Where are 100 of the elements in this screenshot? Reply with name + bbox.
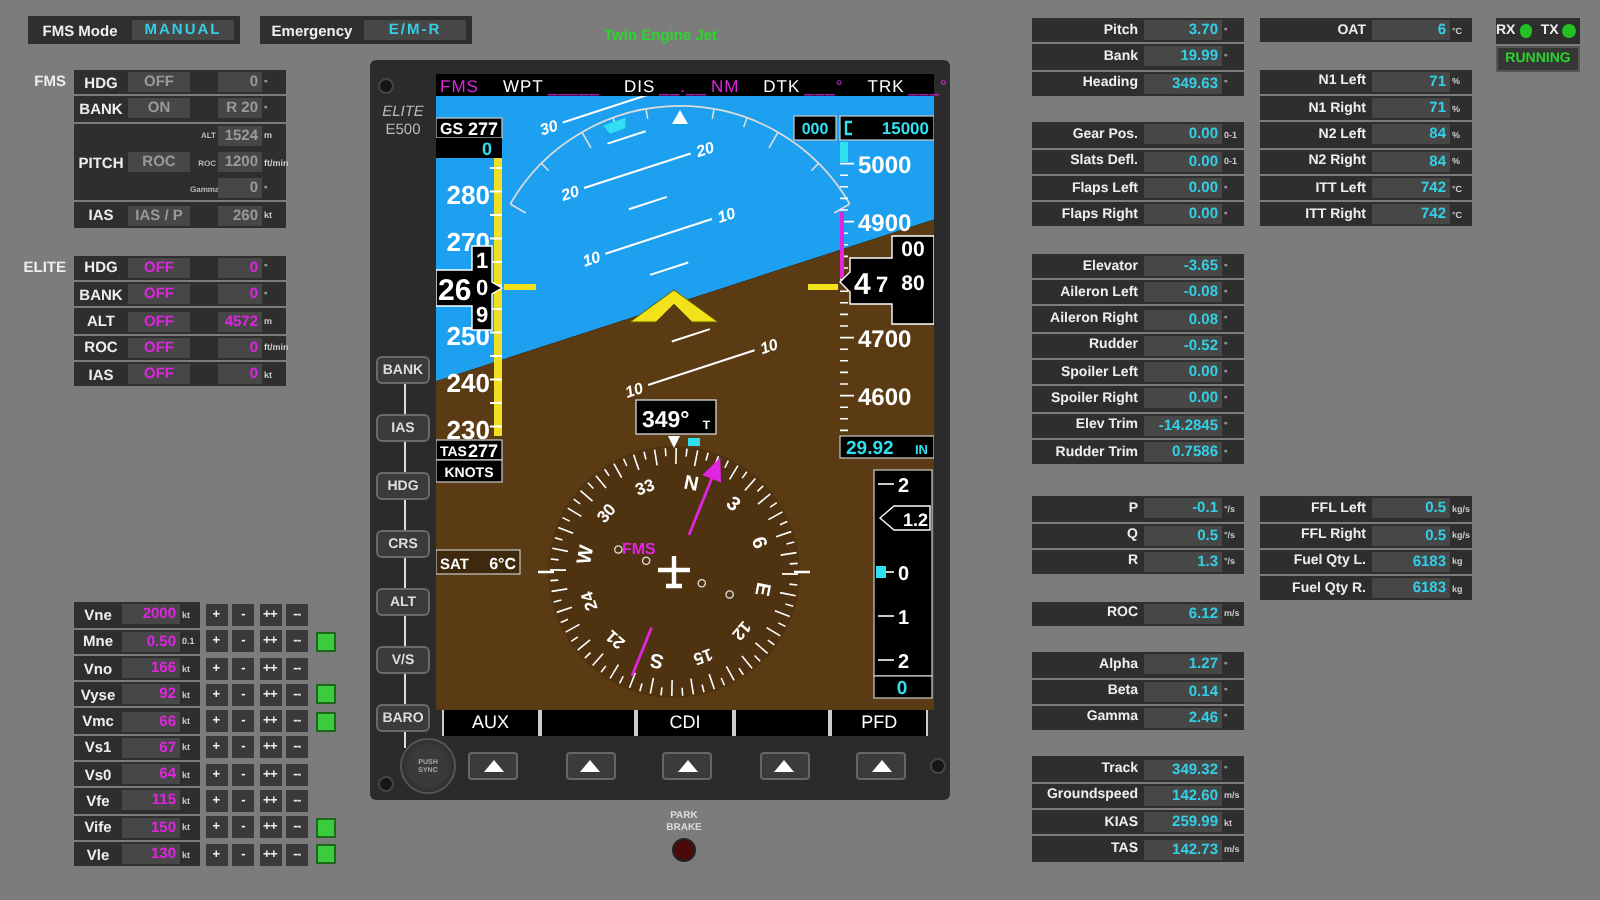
pitch-scale-label: 10 <box>757 335 781 358</box>
altitude-roll-digits: 00 <box>901 238 925 262</box>
baro-box <box>839 435 934 459</box>
aircraft-symbol-icon <box>629 289 719 323</box>
true-airspeed-box <box>436 439 503 461</box>
speed-bug-box <box>436 138 502 158</box>
compass-label: 12 <box>728 617 756 645</box>
up-triangle-icon <box>483 760 503 772</box>
sat-box <box>436 549 521 575</box>
softkey-button[interactable] <box>468 752 518 780</box>
lubber-pointer-icon <box>668 436 680 448</box>
altitude-scale-label: 4700 <box>858 325 912 353</box>
softkey-label: AUX <box>442 710 540 736</box>
nav-field: DIS <box>623 75 656 95</box>
vertical-speed-tick <box>877 615 895 617</box>
compass-label: S <box>648 647 666 672</box>
airspeed-roll-digit: 0 <box>475 277 489 301</box>
speed-units-box <box>436 459 503 483</box>
vertical-speed-label: 0 <box>898 564 910 586</box>
true-airspeed-value: 277 <box>467 441 498 461</box>
nav-field: WPT <box>502 75 544 95</box>
vertical-speed-label: 2 <box>898 476 910 498</box>
level-marker-icon <box>808 284 838 290</box>
altitude-readout: 7 <box>876 274 889 298</box>
vertical-speed-tick <box>877 483 895 485</box>
vertical-speed-label: 2 <box>898 652 910 674</box>
selected-altitude-value: 15000 <box>881 118 929 138</box>
nav-field: FMS <box>440 75 479 95</box>
softkey-button[interactable] <box>856 752 906 780</box>
sat-value: 6°C <box>489 555 516 573</box>
softkey-button[interactable] <box>662 752 712 780</box>
compass-label: 24 <box>576 589 602 614</box>
compass-label: 3 <box>720 492 744 517</box>
screw-icon <box>930 758 946 774</box>
up-triangle-icon <box>871 760 891 772</box>
selected-altitude-box <box>839 115 934 141</box>
altitude-scale-label: 4600 <box>858 383 912 411</box>
softkey-label: CDI <box>636 710 734 736</box>
ground-speed-label: GS <box>440 120 464 138</box>
airspeed-readout: 26 <box>438 274 472 308</box>
deviation-dots-icon <box>614 545 734 599</box>
vertical-speed-bug-value: 1.2 <box>902 510 928 530</box>
pitch-scale-label: 30 <box>537 116 561 140</box>
up-triangle-icon <box>774 760 794 772</box>
pitch-line <box>583 152 692 190</box>
ground-speed-value: 277 <box>467 119 498 139</box>
pitch-line <box>647 349 756 386</box>
nav-field: TRK <box>867 75 905 95</box>
bank-pointer-icon <box>603 117 626 134</box>
softkey-label: PFD <box>830 710 928 736</box>
compass-label: N <box>681 472 701 497</box>
vertical-speed-tick <box>877 659 895 661</box>
level-marker-icon <box>504 284 536 290</box>
softkey-button[interactable] <box>759 752 809 780</box>
airspeed-roll-digit: 9 <box>475 304 489 328</box>
up-triangle-icon <box>677 760 697 772</box>
airspeed-roll-digit: 1 <box>475 250 489 274</box>
heading-readout: 349° <box>642 409 690 433</box>
airspeed-scale-label: 240 <box>446 368 490 398</box>
pitch-line <box>649 261 690 276</box>
pitch-scale-label: 10 <box>715 204 738 227</box>
screw-icon <box>378 78 394 94</box>
compass-label: 33 <box>632 474 657 500</box>
park-brake-knob[interactable] <box>672 838 696 862</box>
compass-label: 21 <box>601 626 629 654</box>
altitude-scale-label: 5000 <box>858 151 912 179</box>
nav-field: DTK <box>763 75 801 95</box>
nav-field: ___° <box>804 75 844 95</box>
altitude-bug-icon <box>844 120 852 136</box>
altitude-scale-label: 4900 <box>858 209 912 237</box>
nav-field: __.__ <box>659 75 707 95</box>
speed-bug-value: 0 <box>481 139 492 159</box>
vertical-speed-pointer-icon <box>876 566 886 578</box>
pitch-line <box>670 328 711 343</box>
minimums-value: 000 <box>801 120 829 138</box>
airplane-icon <box>655 553 693 591</box>
nav-field: NM <box>710 75 740 95</box>
compass-label: E <box>749 580 774 598</box>
ground-speed-box <box>436 117 503 139</box>
airspeed-scale-label: 230 <box>446 415 490 445</box>
pitch-line <box>604 218 713 255</box>
nav-field: ___° <box>908 75 948 95</box>
softkey-button[interactable] <box>565 752 615 780</box>
pitch-scale-label: 10 <box>580 247 603 271</box>
vertical-speed-readout: 0 <box>896 678 908 700</box>
compass-label: 30 <box>592 499 620 527</box>
altitude-roll-digits: 80 <box>901 272 925 296</box>
up-triangle-icon <box>580 760 600 772</box>
altitude-readout: 4 <box>854 268 871 302</box>
vertical-speed-readout-box <box>873 675 933 699</box>
baro-value: 29.92 <box>846 438 894 460</box>
pitch-scale-label: 10 <box>622 379 646 402</box>
compass-label: 15 <box>691 644 716 670</box>
pitch-scale-label: 20 <box>693 138 717 162</box>
altitude-bug-marker <box>840 142 848 162</box>
roll-pointer-icon <box>672 110 688 124</box>
airspeed-scale-label: 280 <box>446 180 490 210</box>
compass-label: 6 <box>745 534 771 552</box>
minimums-box <box>793 115 837 141</box>
pitch-scale-label: 20 <box>559 182 582 205</box>
